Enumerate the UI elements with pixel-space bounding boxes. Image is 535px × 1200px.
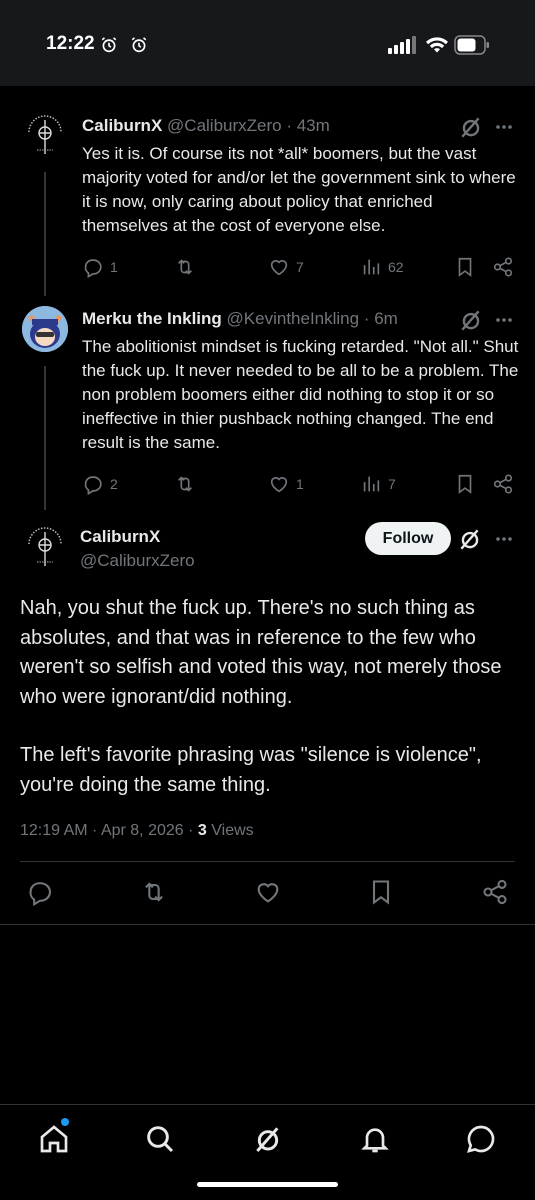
divider <box>20 861 515 862</box>
views-icon <box>363 476 380 492</box>
bookmark-icon[interactable] <box>454 256 476 278</box>
follow-button[interactable]: Follow <box>365 522 451 555</box>
display-name[interactable]: Merku the Inkling <box>82 309 222 328</box>
views-count: 7 <box>388 476 396 492</box>
reply-count: 1 <box>110 259 118 275</box>
display-name[interactable]: CaliburnX <box>82 116 162 135</box>
action-row: 2 1 7 <box>82 473 522 497</box>
views-count[interactable]: 3 <box>198 822 207 839</box>
views-icon <box>363 259 380 275</box>
logo-icon <box>28 115 62 154</box>
messages-icon[interactable] <box>465 1123 497 1155</box>
action-row: 1 7 62 <box>82 256 522 280</box>
retweet-icon <box>177 259 193 275</box>
post-text: Nah, you shut the fuck up. There's no su… <box>20 594 520 800</box>
retweet-icon <box>177 476 193 492</box>
user-handle[interactable]: @KevintheInkling <box>227 309 360 328</box>
views-label: Views <box>211 822 254 839</box>
reply-count: 2 <box>110 476 118 492</box>
post-action-bar <box>0 878 535 910</box>
signal-icon <box>388 36 416 54</box>
retweet-icon[interactable] <box>140 878 168 906</box>
more-icon[interactable] <box>494 117 514 137</box>
retweet-button[interactable] <box>174 473 196 495</box>
wifi-icon <box>426 37 448 53</box>
like-icon <box>270 477 288 493</box>
like-count: 7 <box>296 259 304 275</box>
share-icon[interactable] <box>492 473 514 495</box>
reply-icon[interactable] <box>26 878 54 906</box>
battery-icon <box>454 35 489 55</box>
reply-button[interactable]: 2 <box>82 473 118 495</box>
bookmark-icon[interactable] <box>367 878 395 906</box>
post-paragraph: The left's favorite phrasing was "silenc… <box>20 744 482 796</box>
avatar[interactable] <box>22 524 68 570</box>
post-text: Yes it is. Of course its not *all* boome… <box>82 144 516 235</box>
views-count: 62 <box>388 259 404 275</box>
like-icon <box>270 260 288 276</box>
notification-dot <box>61 1118 69 1126</box>
avatar[interactable] <box>22 112 68 158</box>
reply-icon <box>84 476 102 495</box>
post-meta: 12:19 AM · Apr 8, 2026 · 3 Views <box>20 822 254 840</box>
thread-line <box>44 172 46 296</box>
like-icon[interactable] <box>254 878 282 906</box>
grok-icon[interactable] <box>458 114 484 140</box>
bookmark-icon[interactable] <box>454 473 476 495</box>
retweet-button[interactable] <box>174 256 196 278</box>
share-icon[interactable] <box>481 878 509 906</box>
avatar-image <box>22 306 68 352</box>
more-icon[interactable] <box>494 310 514 330</box>
notifications-icon[interactable] <box>359 1123 391 1155</box>
post-time: · 6m <box>363 309 398 328</box>
alarm-icon <box>131 37 147 53</box>
post-timestamp[interactable]: 12:19 AM · Apr 8, 2026 · <box>20 822 198 839</box>
home-indicator[interactable] <box>197 1182 338 1187</box>
post-text: The abolitionist mindset is fucking reta… <box>82 337 519 452</box>
display-name[interactable]: CaliburnX <box>80 527 160 547</box>
like-count: 1 <box>296 476 304 492</box>
divider <box>0 924 535 925</box>
alarm-icon <box>101 37 117 53</box>
grok-icon[interactable] <box>457 526 483 552</box>
more-icon[interactable] <box>494 529 514 549</box>
share-icon[interactable] <box>492 256 514 278</box>
like-button[interactable]: 1 <box>268 473 304 495</box>
post-header: CaliburnX @CaliburxZero · 43m <box>82 116 330 136</box>
home-icon[interactable] <box>38 1123 70 1155</box>
clock: 12:22 <box>46 33 95 54</box>
reply-icon <box>84 259 102 278</box>
logo-icon <box>28 527 62 566</box>
post-header: Merku the Inkling @KevintheInkling · 6m <box>82 309 398 329</box>
views-button[interactable]: 62 <box>360 256 404 278</box>
reply-button[interactable]: 1 <box>82 256 118 278</box>
post-time: · 43m <box>286 116 330 135</box>
grok-icon[interactable] <box>458 307 484 333</box>
grok-icon[interactable] <box>252 1123 284 1155</box>
post-paragraph: Nah, you shut the fuck up. There's no su… <box>20 597 502 708</box>
thread-line <box>44 366 46 510</box>
like-button[interactable]: 7 <box>268 256 304 278</box>
user-handle[interactable]: @CaliburxZero <box>80 551 195 571</box>
status-bar: 12:22 <box>0 0 535 86</box>
views-button[interactable]: 7 <box>360 473 396 495</box>
user-handle[interactable]: @CaliburxZero <box>167 116 282 135</box>
search-icon[interactable] <box>144 1123 176 1155</box>
avatar[interactable] <box>22 306 68 352</box>
